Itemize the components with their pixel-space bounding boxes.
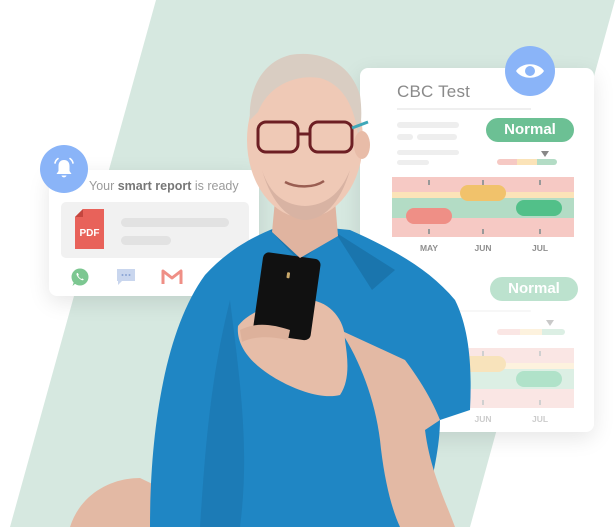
person-photo [70,53,471,527]
